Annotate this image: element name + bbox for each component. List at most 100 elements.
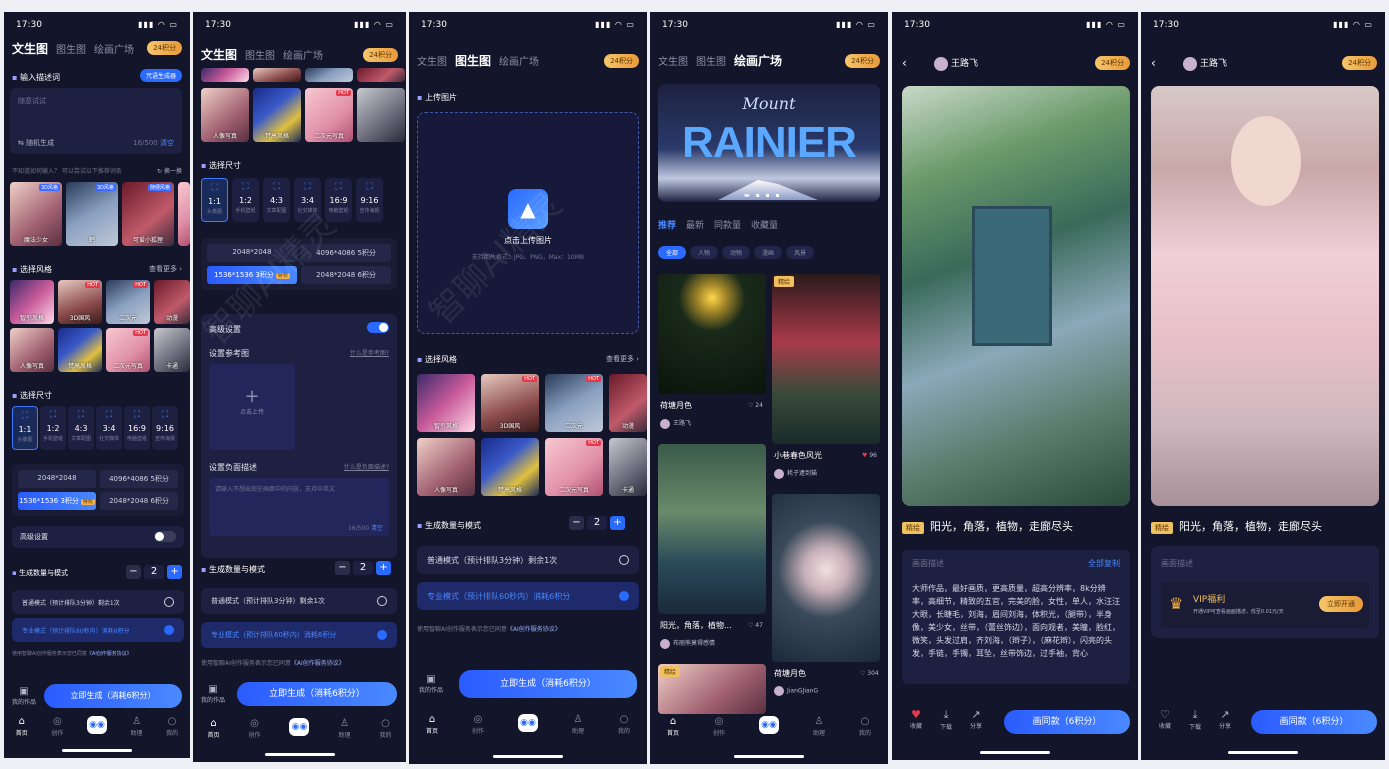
plus-button[interactable]: +: [610, 516, 625, 530]
style-card[interactable]: HOT 3D国风: [481, 374, 539, 432]
ratio-option[interactable]: 3:4 社交媒体: [96, 406, 122, 450]
style-card[interactable]: 智引风格: [10, 280, 54, 324]
author-info[interactable]: 王路飞: [934, 56, 978, 71]
artwork-image[interactable]: [902, 86, 1130, 506]
ratio-option[interactable]: 9:16 宣传海报: [152, 406, 178, 450]
ratio-option[interactable]: 4:3 文章配图: [68, 406, 94, 450]
like-button[interactable]: ♡ 47: [748, 622, 763, 629]
nav-robot[interactable]: ◉◉: [289, 718, 310, 739]
ratio-option[interactable]: 9:16 宣传海报: [356, 178, 383, 222]
prompt-input[interactable]: 随意试试 ⇆ 随机生成 16/500 清空: [10, 88, 182, 154]
plus-button[interactable]: +: [167, 565, 182, 579]
resolution-option[interactable]: 2048*2048: [18, 470, 96, 488]
style-card[interactable]: [305, 68, 353, 82]
section-tab[interactable]: 最新: [686, 218, 704, 231]
style-card[interactable]: 人像写真: [10, 328, 54, 372]
tab-text-to-image[interactable]: 文生图: [12, 40, 48, 57]
banner[interactable]: Mount RAINIER: [658, 84, 880, 202]
agreement-link[interactable]: 《AI创作服务协议》: [507, 626, 561, 633]
style-card[interactable]: [357, 88, 405, 142]
view-more-link[interactable]: 查看更多 ›: [606, 354, 639, 364]
upload-ref-button[interactable]: + 点击上传: [209, 364, 295, 450]
section-tab[interactable]: 同款量: [714, 218, 741, 231]
nav-assist[interactable]: ♙ 助理: [813, 716, 825, 737]
nav-create[interactable]: ◎ 创作: [51, 716, 63, 737]
fav-button[interactable]: ♡ 收藏: [1159, 708, 1171, 730]
resolution-option[interactable]: 1536*1536 3积分 特权: [18, 492, 96, 510]
section-tab[interactable]: 收藏量: [751, 218, 778, 231]
nav-create[interactable]: ◎ 创作: [713, 716, 725, 737]
agreement-link[interactable]: 《AI创作服务协议》: [291, 660, 345, 667]
ratio-option[interactable]: 1:1 头像图: [201, 178, 228, 222]
my-works-button[interactable]: ▣ 我的作品: [419, 674, 443, 694]
style-card[interactable]: HOT 3D国风: [58, 280, 102, 324]
gallery-card-image[interactable]: [658, 444, 766, 614]
style-card[interactable]: HOT 二次元写真: [106, 328, 150, 372]
gallery-card-image[interactable]: [772, 494, 880, 662]
points-badge[interactable]: 24积分: [1095, 56, 1130, 70]
nav-assist[interactable]: ♙ 助理: [338, 718, 350, 739]
fav-button[interactable]: ♥ 收藏: [910, 708, 922, 730]
mode-normal[interactable]: 普通模式（预计排队3分钟）剩余1次: [12, 590, 184, 614]
style-card[interactable]: 动漫: [154, 280, 190, 324]
tab-plaza[interactable]: 绘画广场: [734, 52, 782, 69]
filter-pill[interactable]: 人物: [690, 246, 719, 259]
points-badge[interactable]: 24积分: [1342, 56, 1377, 70]
nav-mine[interactable]: ○ 我的: [166, 716, 178, 737]
resolution-option[interactable]: 2048*2048 6积分: [100, 492, 178, 510]
my-works-button[interactable]: ▣ 我的作品: [201, 684, 225, 704]
resolution-option[interactable]: 4096*4086 5积分: [301, 244, 391, 262]
section-tab[interactable]: 推荐: [658, 218, 676, 231]
minus-button[interactable]: −: [335, 561, 350, 575]
ratio-option[interactable]: 3:4 社交媒体: [294, 178, 321, 222]
nav-mine[interactable]: ○ 我的: [379, 718, 391, 739]
ratio-option[interactable]: 4:3 文章配图: [263, 178, 290, 222]
style-card[interactable]: HOT 二次元写真: [545, 438, 603, 496]
like-button[interactable]: ♡ 24: [748, 402, 763, 409]
filter-pill[interactable]: 漫画: [754, 246, 783, 259]
download-button[interactable]: ⤓ 下载: [1189, 708, 1201, 731]
minus-button[interactable]: −: [569, 516, 584, 530]
share-button[interactable]: ↗ 分享: [1219, 708, 1231, 730]
tab-text-to-image[interactable]: 文生图: [201, 46, 237, 63]
same-style-button[interactable]: 画同款（6积分）: [1004, 710, 1130, 734]
nav-home[interactable]: ⌂ 首页: [426, 714, 438, 735]
share-button[interactable]: ↗ 分享: [970, 708, 982, 730]
author-info[interactable]: 王路飞: [1183, 56, 1227, 71]
ratio-option[interactable]: 16:9 电脑壁纸: [124, 406, 150, 450]
recommend-card[interactable]: 随便风格 可爱小狐狸: [122, 182, 174, 246]
tab-plaza[interactable]: 绘画广场: [283, 47, 323, 62]
my-works-button[interactable]: ▣ 我的作品: [12, 686, 36, 706]
ratio-option[interactable]: 1:2 手机壁纸: [40, 406, 66, 450]
like-button[interactable]: ♡ 304: [860, 670, 879, 677]
generate-button[interactable]: 立即生成（消耗6积分）: [459, 670, 637, 698]
vip-open-button[interactable]: 立即开通: [1319, 596, 1363, 612]
nav-mine[interactable]: ○ 我的: [618, 714, 630, 735]
artwork-image[interactable]: [1151, 86, 1379, 506]
tab-image-to-image[interactable]: 图生图: [245, 47, 275, 62]
upload-image-area[interactable]: ▲ 点击上传图片 支持图片格式：JPG、PNG，Max：10MB: [417, 112, 639, 334]
nav-robot[interactable]: ◉◉: [86, 716, 107, 737]
advanced-toggle[interactable]: [367, 322, 389, 333]
nav-assist[interactable]: ♙ 助理: [131, 716, 143, 737]
style-card[interactable]: HOT 二次元: [545, 374, 603, 432]
style-card[interactable]: 人像写真: [417, 438, 475, 496]
filter-pill[interactable]: 全部: [658, 246, 687, 259]
back-icon[interactable]: ‹: [1151, 56, 1156, 70]
resolution-option[interactable]: 2048*2048: [207, 244, 297, 262]
style-card[interactable]: HOT 二次元写真: [305, 88, 353, 142]
style-card[interactable]: 梵高风格: [481, 438, 539, 496]
style-card[interactable]: 卡通: [154, 328, 190, 372]
style-card[interactable]: 梵高风格: [58, 328, 102, 372]
gallery-card-image[interactable]: 精绘: [658, 664, 766, 714]
nav-robot[interactable]: ◉◉: [758, 716, 779, 737]
tab-plaza[interactable]: 绘画广场: [94, 41, 134, 56]
tab-image-to-image[interactable]: 图生图: [696, 53, 726, 68]
view-more-link[interactable]: 查看更多 ›: [149, 264, 182, 274]
resolution-option[interactable]: 4096*4086 5积分: [100, 470, 178, 488]
neg-help-link[interactable]: 什么是负面描述?: [344, 462, 389, 471]
recommend-card[interactable]: [178, 182, 190, 246]
resolution-option[interactable]: 2048*2048 6积分: [301, 266, 391, 284]
tab-text-to-image[interactable]: 文生图: [417, 53, 447, 68]
ratio-option[interactable]: 1:1 头像图: [12, 406, 38, 450]
